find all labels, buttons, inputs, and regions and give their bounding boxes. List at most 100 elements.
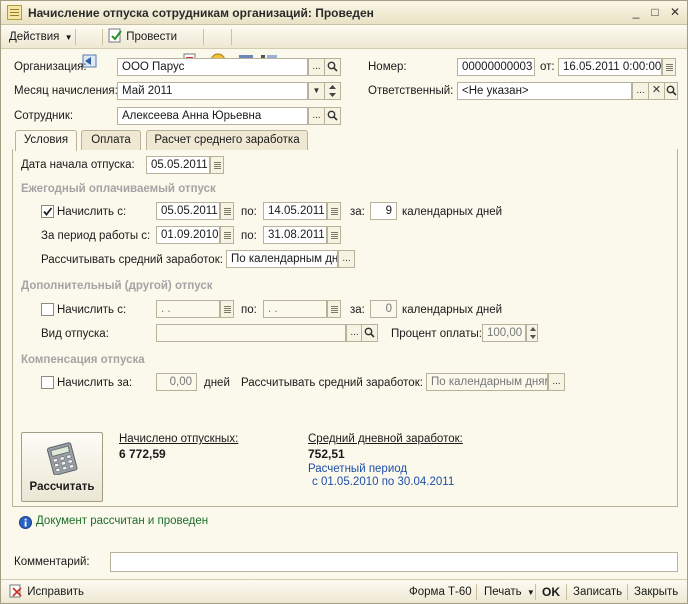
post-label: Провести: [126, 31, 178, 43]
organization-label: Организация:: [14, 61, 87, 73]
calc-period-range: с 01.05.2010 по 30.04.2011: [312, 476, 455, 488]
annual-to-field[interactable]: 14.05.2011: [263, 202, 327, 220]
additional-days-field[interactable]: 0: [370, 300, 397, 318]
calendar-icon[interactable]: [327, 300, 341, 318]
save-button[interactable]: Записать: [573, 583, 622, 601]
compensation-section: Компенсация отпуска: [21, 354, 145, 366]
annual-from-field[interactable]: 05.05.2011: [156, 202, 220, 220]
close-button[interactable]: Закрыть: [634, 583, 678, 601]
month-dropdown-button[interactable]: ▼: [308, 82, 325, 100]
post-button[interactable]: Провести: [108, 28, 177, 46]
organization-field[interactable]: ООО Парус: [117, 58, 308, 76]
pay-percent-field[interactable]: 100,00: [482, 324, 526, 342]
document-window: Начисление отпуска сотрудникам организац…: [0, 0, 688, 604]
info-icon: [19, 516, 32, 529]
additional-accrue-label: Начислить с:: [57, 304, 127, 316]
calculator-icon: [46, 442, 78, 475]
additional-to-field[interactable]: . .: [263, 300, 327, 318]
work-period-to-field[interactable]: 31.08.2011: [263, 226, 327, 244]
post-document-icon: [108, 28, 122, 43]
chevron-down-icon: ▼: [64, 33, 73, 42]
avg-daily-label[interactable]: Средний дневной заработок:: [308, 433, 463, 445]
start-date-label: Дата начала отпуска:: [21, 159, 135, 171]
calendar-icon[interactable]: [662, 58, 676, 76]
select-button[interactable]: ...: [308, 58, 325, 76]
tab-average-earnings[interactable]: Расчет среднего заработка: [146, 130, 308, 150]
calendar-icon[interactable]: [327, 226, 341, 244]
annual-days-field[interactable]: 9: [370, 202, 397, 220]
additional-from-field[interactable]: . .: [156, 300, 220, 318]
start-date-field[interactable]: 05.05.2011: [146, 156, 210, 174]
month-label: Месяц начисления:: [14, 85, 118, 97]
compensation-accrue-checkbox[interactable]: [41, 376, 54, 389]
toolbar-divider: [476, 584, 477, 600]
accrued-value: 6 772,59: [119, 447, 166, 461]
annual-accrue-label: Начислить с:: [57, 206, 127, 218]
open-button[interactable]: [361, 324, 378, 342]
open-button[interactable]: [664, 82, 678, 100]
compensation-avg-method-field[interactable]: По календарным дням: [426, 373, 548, 391]
calendar-icon[interactable]: [210, 156, 224, 174]
work-period-from-field[interactable]: 01.09.2010: [156, 226, 220, 244]
annual-for-label: за:: [350, 206, 365, 218]
select-button[interactable]: ...: [632, 82, 649, 100]
month-field[interactable]: Май 2011: [117, 82, 308, 100]
annual-leave-section: Ежегодный оплачиваемый отпуск: [21, 183, 216, 195]
chevron-down-icon: ▼: [312, 86, 321, 95]
toolbar-divider: [231, 29, 232, 45]
leave-type-label: Вид отпуска:: [41, 328, 109, 340]
checkmark-icon: [43, 207, 53, 216]
comment-label: Комментарий:: [14, 556, 90, 568]
calendar-icon[interactable]: [327, 202, 341, 220]
search-icon: [327, 110, 338, 121]
calendar-icon[interactable]: [220, 226, 234, 244]
pay-percent-label: Процент оплаты:: [391, 328, 482, 340]
comment-field[interactable]: [110, 552, 678, 572]
info-message: Документ рассчитан и проведен: [36, 515, 209, 527]
compensation-days-field[interactable]: 0,00: [156, 373, 197, 391]
minimize-button[interactable]: _: [628, 5, 644, 21]
select-button[interactable]: ...: [338, 250, 355, 268]
actions-menu[interactable]: Действия ▼: [9, 28, 73, 46]
toolbar-divider: [535, 584, 536, 600]
clear-icon[interactable]: ✕: [648, 82, 665, 100]
month-spin-button[interactable]: [324, 82, 341, 100]
annual-accrue-checkbox[interactable]: [41, 205, 54, 218]
open-button[interactable]: [324, 107, 341, 125]
tab-payment[interactable]: Оплата: [81, 130, 141, 150]
calendar-days-label: календарных дней: [402, 304, 503, 316]
employee-field[interactable]: Алексеева Анна Юрьевна: [117, 107, 308, 125]
date-from-label: от:: [540, 61, 555, 73]
select-button[interactable]: ...: [308, 107, 325, 125]
number-field[interactable]: 00000000003: [457, 58, 535, 76]
spin-arrows-icon[interactable]: [526, 324, 538, 342]
annual-to-label: по:: [241, 206, 257, 218]
calc-period-title: Расчетный период: [308, 463, 408, 475]
form-t60-button[interactable]: Форма Т-60: [409, 583, 472, 601]
calendar-icon[interactable]: [220, 300, 234, 318]
calculate-button-label: Рассчитать: [29, 481, 95, 493]
accrued-label[interactable]: Начислено отпускных:: [119, 433, 238, 445]
ok-button[interactable]: OK: [542, 583, 560, 601]
fix-label: Исправить: [27, 586, 85, 598]
days-label: дней: [204, 377, 230, 389]
additional-accrue-checkbox[interactable]: [41, 303, 54, 316]
maximize-button[interactable]: □: [647, 5, 663, 21]
fix-button[interactable]: Исправить: [9, 583, 84, 601]
tab-conditions[interactable]: Условия: [15, 130, 77, 151]
document-date-field[interactable]: 16.05.2011 0:00:00: [558, 58, 662, 76]
calendar-icon[interactable]: [220, 202, 234, 220]
close-window-button[interactable]: ✕: [667, 5, 683, 21]
toolbar-divider: [203, 29, 204, 45]
work-period-label: За период работы с:: [41, 230, 151, 242]
print-menu[interactable]: Печать ▼: [484, 583, 535, 601]
avg-earnings-method-field[interactable]: По календарным дня: [226, 250, 338, 268]
open-button[interactable]: [324, 58, 341, 76]
search-icon: [327, 61, 338, 72]
print-label: Печать: [484, 586, 522, 598]
calculate-button[interactable]: Рассчитать: [21, 432, 103, 502]
toolbar-divider: [75, 29, 76, 45]
leave-type-field[interactable]: [156, 324, 346, 342]
responsible-field[interactable]: <Не указан>: [457, 82, 632, 100]
select-button[interactable]: ...: [548, 373, 565, 391]
